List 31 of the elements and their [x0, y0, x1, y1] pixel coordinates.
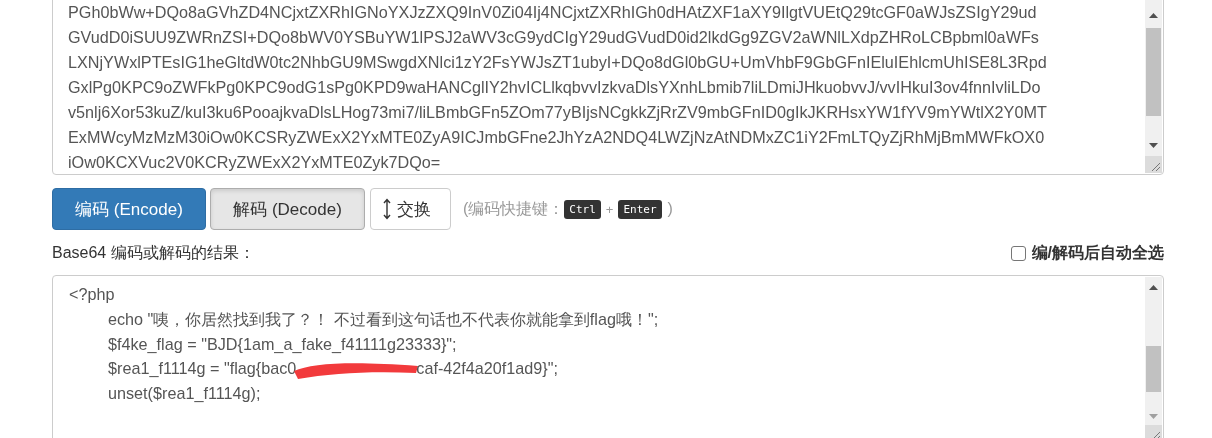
input-text-area[interactable] — [52, 0, 1164, 175]
text-line: v5nlj6Xor53kuZ/kuI3ku6PooajkvaDlsLHog73mi7/liLBmbGFn5ZOm77yBIjsNCgkkZjRrZV9mbGFnID0gIkJKRHsxYW1fYV9mYWtlX2Y0MT — [68, 102, 1048, 123]
code-text: caf-42f4a20f1ad9}"; — [416, 358, 558, 380]
code-text: $f4ke_flag = "BJD{1am_a_fake_f41111g23333}"; — [107, 333, 457, 355]
closing-paren: ) — [667, 200, 673, 218]
text-line: PGh0bWw+DQo8aGVhZD4NCjxtZXRhIGNoYXJzZXQ9InV0Zi04Ij4NCjxtZXRhIGh0dHAtZXF1aXY9IlgtVUEtQ29tcGF0aWJsZSIgY29ud — [68, 2, 1038, 23]
resize-grip-icon[interactable] — [1145, 425, 1162, 438]
code-text: $rea1_f1114g = "flag{bac0 — [107, 358, 297, 380]
code-text: unset($rea1_f1114g); — [107, 383, 261, 405]
result-label: Base64 编码或解码的结果： — [52, 242, 255, 263]
plus-sign: + — [605, 201, 614, 217]
code-text: <?php — [69, 284, 115, 305]
text-line: iOw0KCXVuc2V0KCRyZWExX2YxMTE0Zyk7DQo= — [68, 152, 442, 173]
text-line: GxlPg0KPC9oZWFkPg0KPC9odG1sPg0KPD9waHANCglIY2hvICLlkqbvvIzkvaDlsYXnhLbmib7liLDmiJHkuobvvJ/vvIHkuI3ov4fnnIvliLDo — [68, 77, 1042, 98]
key-label: Ctrl — [564, 199, 601, 219]
scrollbar-thumb[interactable] — [1146, 28, 1161, 116]
resize-grip-icon[interactable] — [1145, 156, 1162, 173]
swap-button[interactable]: 交换 — [370, 188, 451, 230]
checkbox[interactable] — [1010, 245, 1026, 261]
key-label: Enter — [618, 199, 662, 219]
text-line: LXNjYWxlPTEsIG1heGltdW0tc2NhbGU9MSwgdXNlci1zY2FsYWJsZT1ubyI+DQo8dGl0bGU+UmVhbF9GbGFnIEluIEhlcmUhISE8L3Rpd — [68, 52, 1048, 73]
shortcut-hint: (编码快捷键： — [463, 198, 565, 219]
scrollbar-thumb[interactable] — [1146, 346, 1161, 392]
text-line: GVudD0iSUU9ZWRnZSI+DQo8bWV0YSBuYW1lPSJ2aWV3cG9ydCIgY29udGVudD0id2lkdGg9ZGV2aWNlLXdpZHRoLCBpbml0aWFs — [68, 27, 1040, 48]
swap-arrows-icon — [383, 198, 391, 220]
output-text-area[interactable]: <?php echo "咦，你居然找到我了？！ 不过看到这句话也不代表你就能拿到flag哦！"; $f4ke_flag = "BJD{1am_a_fake_f41111g23333}"; $rea1_f1114g = "flag{bac0 caf-42f4a20f1ad9}"; unset($rea1_f1114g); — [52, 275, 1164, 438]
text-line: ExMWcyMzMzM30iOw0KCSRyZWExX2YxMTE0ZyA9ICJmbGFne2JhYzA2NDQ4LWZjNzAtNDMxZC1iY2FmLTQyZjRhMjBmMWFkOX0 — [68, 127, 1046, 148]
encode-button[interactable]: 编码 (Encode) — [52, 188, 206, 230]
checkbox-label[interactable]: 编/解码后自动全选 — [1031, 242, 1164, 264]
code-text: echo "咦，你居然找到我了？！ 不过看到这句话也不代表你就能拿到flag哦！"; — [107, 308, 659, 330]
decode-button[interactable]: 解码 (Decode) — [210, 188, 365, 230]
